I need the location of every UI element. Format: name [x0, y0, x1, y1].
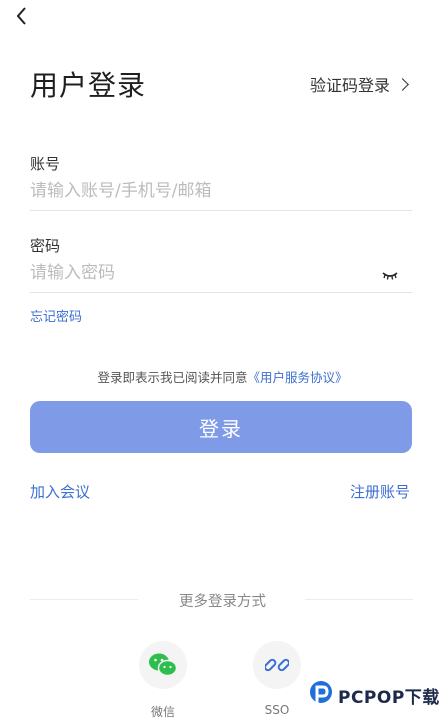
password-visibility-toggle[interactable] — [382, 266, 398, 280]
account-label: 账号 — [30, 155, 61, 173]
sms-login-link[interactable]: 验证码登录 — [309, 72, 409, 96]
account-input[interactable] — [30, 176, 410, 206]
agreement-link[interactable]: 《用户服务协议》 — [248, 370, 348, 385]
page-title: 用户登录 — [30, 69, 147, 102]
wechat-icon — [149, 653, 178, 677]
more-login-label: 更多登录方式 — [179, 594, 266, 610]
password-divider — [30, 292, 412, 293]
register-link[interactable]: 注册账号 — [350, 481, 410, 502]
pcpop-logo-icon — [310, 681, 332, 706]
wechat-login-button[interactable] — [139, 641, 187, 689]
forgot-password-link[interactable]: 忘记密码 — [30, 306, 82, 325]
chevron-left-icon — [16, 7, 26, 25]
sso-login-button[interactable] — [253, 641, 301, 689]
sms-login-label: 验证码登录 — [309, 76, 390, 95]
login-button[interactable]: 登录 — [30, 401, 412, 453]
account-divider — [30, 210, 412, 211]
password-input[interactable] — [30, 258, 370, 288]
divider-right — [305, 599, 413, 600]
eye-closed-icon — [382, 272, 398, 280]
agreement-text: 登录即表示我已阅读并同意《用户服务协议》 — [0, 367, 445, 386]
watermark-logo: PCPOP下载 — [308, 680, 440, 710]
join-meeting-link[interactable]: 加入会议 — [30, 481, 90, 502]
password-label: 密码 — [30, 237, 61, 255]
chevron-right-icon — [396, 77, 409, 91]
agreement-prefix: 登录即表示我已阅读并同意 — [97, 370, 248, 385]
sso-label: SSO — [264, 703, 290, 717]
wechat-label: 微信 — [150, 705, 175, 719]
back-button[interactable] — [10, 4, 34, 28]
link-icon — [265, 658, 289, 672]
